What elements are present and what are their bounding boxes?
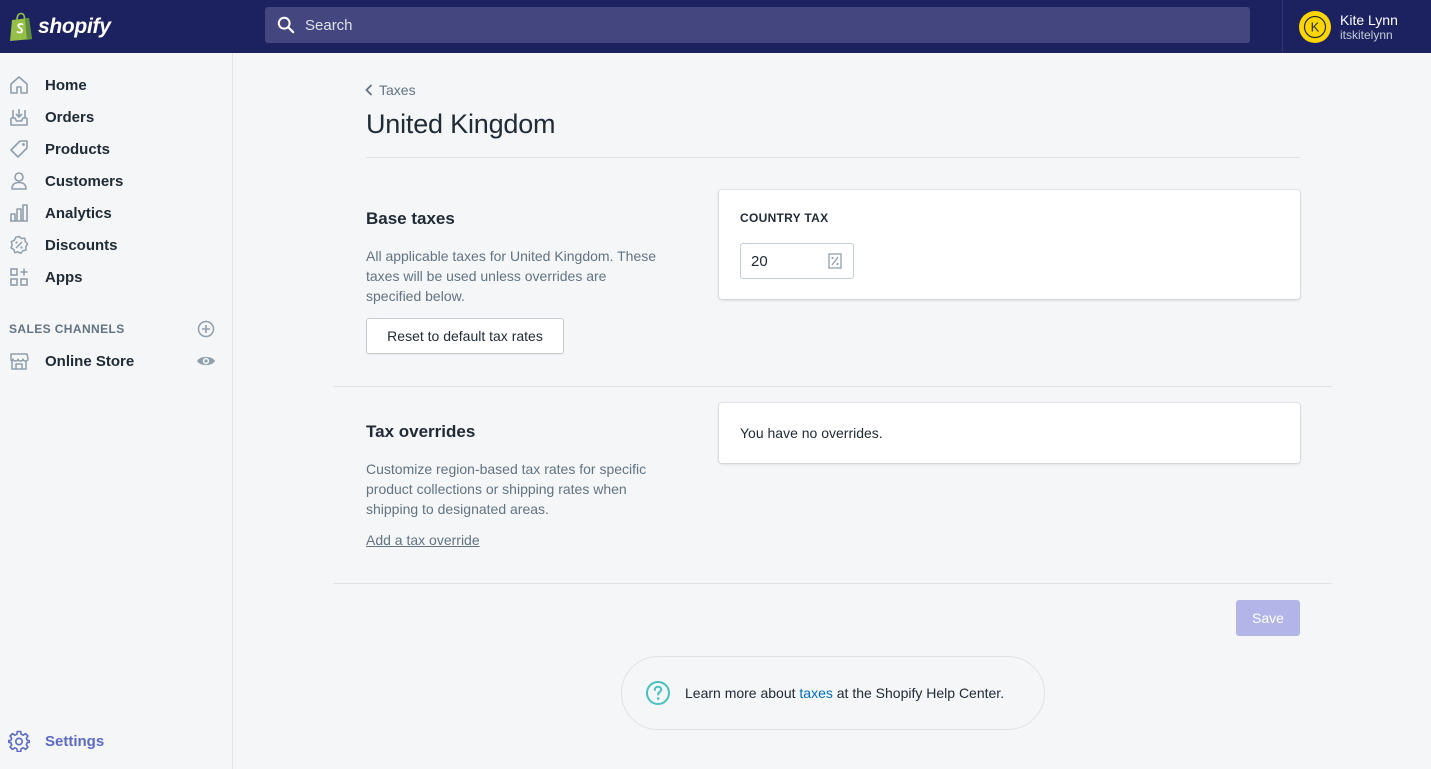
- sidebar-item-label: Products: [45, 140, 111, 158]
- page-title: United Kingdom: [366, 109, 556, 139]
- tax-overrides-heading: Tax overrides: [366, 422, 476, 441]
- main-content: Taxes United Kingdom Base taxes All appl…: [233, 53, 1431, 769]
- save-button[interactable]: Save: [1236, 600, 1300, 636]
- shopify-wordmark: shopify: [38, 14, 111, 38]
- tag-icon: [8, 138, 30, 160]
- sidebar-item-home[interactable]: Home: [0, 69, 232, 101]
- search-bar[interactable]: [265, 7, 1250, 43]
- shopify-bag-icon: [10, 12, 32, 41]
- avatar-initials: K: [1311, 19, 1320, 34]
- percent-icon: [828, 253, 842, 269]
- sidebar-item-settings[interactable]: Settings: [0, 725, 232, 757]
- taxes-help-link[interactable]: taxes: [799, 685, 832, 701]
- sidebar-item-label: Settings: [45, 732, 105, 750]
- sidebar-item-apps[interactable]: Apps: [0, 261, 232, 293]
- home-icon: [8, 74, 30, 96]
- country-tax-card: COUNTRY TAX: [719, 190, 1300, 299]
- bar-chart-icon: [8, 202, 30, 224]
- gear-icon: [8, 730, 30, 752]
- sidebar-item-customers[interactable]: Customers: [0, 165, 232, 197]
- country-tax-field[interactable]: [740, 243, 854, 279]
- avatar-initials-icon: K: [1303, 15, 1327, 38]
- help-footer: Learn more about taxes at the Shopify He…: [621, 656, 1045, 730]
- divider: [333, 386, 1332, 387]
- discount-icon: [8, 234, 30, 256]
- country-tax-input[interactable]: [741, 252, 821, 270]
- sidebar-item-label: Apps: [45, 268, 83, 286]
- top-bar: shopify K Kite Lynn itskitelynn: [0, 0, 1431, 53]
- store-icon: [8, 350, 30, 372]
- breadcrumb[interactable]: Taxes: [365, 82, 416, 98]
- user-menu[interactable]: K Kite Lynn itskitelynn: [1282, 0, 1431, 53]
- help-circle-icon: [646, 681, 670, 705]
- country-tax-label: COUNTRY TAX: [740, 211, 829, 225]
- user-handle: itskitelynn: [1340, 27, 1393, 42]
- base-taxes-description: All applicable taxes for United Kingdom.…: [366, 248, 657, 304]
- sales-channels-title: SALES CHANNELS: [9, 322, 125, 336]
- sidebar-item-analytics[interactable]: Analytics: [0, 197, 232, 229]
- sidebar-item-label: Online Store: [45, 352, 135, 370]
- orders-icon: [8, 106, 30, 128]
- sidebar: Home Orders Products Customers Analytics…: [0, 53, 233, 769]
- sidebar-item-products[interactable]: Products: [0, 133, 232, 165]
- add-circle-icon[interactable]: [197, 320, 215, 338]
- sidebar-item-label: Customers: [45, 172, 124, 190]
- chevron-left-icon: [365, 84, 373, 96]
- help-text: Learn more about taxes at the Shopify He…: [685, 685, 1004, 701]
- sidebar-item-label: Discounts: [45, 236, 118, 254]
- apps-icon: [8, 266, 30, 288]
- divider: [333, 583, 1332, 584]
- sidebar-item-discounts[interactable]: Discounts: [0, 229, 232, 261]
- shopify-logo[interactable]: shopify: [0, 0, 233, 53]
- sidebar-item-label: Analytics: [45, 204, 112, 222]
- user-name: Kite Lynn: [1340, 11, 1398, 28]
- base-taxes-heading: Base taxes: [366, 209, 455, 228]
- search-input[interactable]: [305, 16, 1205, 34]
- tax-overrides-description: Customize region-based tax rates for spe…: [366, 461, 647, 517]
- divider: [366, 157, 1300, 158]
- sidebar-item-label: Home: [45, 76, 87, 94]
- sidebar-item-label: Orders: [45, 108, 95, 126]
- no-overrides-text: You have no overrides.: [740, 425, 883, 441]
- help-text-suffix: at the Shopify Help Center.: [832, 685, 1005, 701]
- search-icon: [277, 16, 295, 34]
- breadcrumb-label: Taxes: [379, 82, 416, 98]
- overrides-card: You have no overrides.: [719, 403, 1300, 463]
- eye-icon[interactable]: [196, 352, 216, 370]
- person-icon: [8, 170, 30, 192]
- sidebar-item-orders[interactable]: Orders: [0, 101, 232, 133]
- add-tax-override-link[interactable]: Add a tax override: [366, 532, 480, 548]
- avatar: K: [1299, 10, 1331, 43]
- help-text-prefix: Learn more about: [685, 685, 800, 701]
- reset-tax-rates-button[interactable]: Reset to default tax rates: [366, 318, 564, 354]
